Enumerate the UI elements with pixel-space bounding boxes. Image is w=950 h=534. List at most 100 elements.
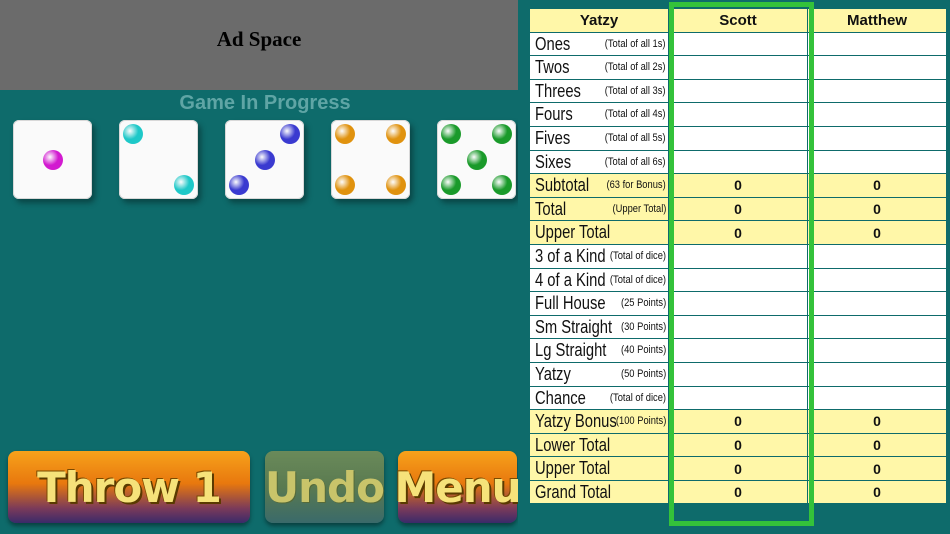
menu-button[interactable]: Menu [394, 451, 522, 523]
score-cell-scott[interactable] [668, 314, 808, 340]
score-cell-scott[interactable] [668, 385, 808, 411]
category-name: Total [535, 198, 567, 219]
score-cell-scott: 0 [668, 409, 808, 434]
undo-button[interactable]: Undo [265, 451, 385, 523]
score-row: Yatzy Bonus (100 Points) 0 0 [529, 409, 947, 434]
header-game: Yatzy [529, 8, 669, 33]
category-label: Lg Straight (40 Points) [529, 338, 669, 363]
category-label: Lower Total [529, 432, 669, 458]
category-name: Yatzy Bonus [535, 411, 617, 432]
score-cell-matthew: 0 [807, 456, 947, 481]
score-cell-scott[interactable] [668, 338, 808, 363]
score-cell-scott[interactable] [668, 78, 808, 104]
die-pip [491, 174, 512, 195]
die-pip [279, 124, 300, 145]
score-cell-matthew[interactable] [807, 102, 947, 127]
category-name: Yatzy [535, 363, 571, 384]
die-4[interactable] [331, 120, 410, 199]
category-hint: (50 Points) [620, 367, 666, 380]
die-pip [385, 174, 406, 195]
category-hint: (25 Points) [620, 297, 666, 310]
die-pip [335, 124, 356, 145]
category-name: Fives [535, 127, 571, 148]
die-pip [385, 124, 406, 145]
score-cell-matthew[interactable] [807, 314, 947, 340]
score-row: Yatzy (50 Points) [529, 361, 947, 387]
category-label: Twos (Total of all 2s) [529, 55, 669, 80]
category-name: Fours [535, 104, 573, 125]
score-cell-matthew: 0 [807, 409, 947, 434]
category-hint: (40 Points) [620, 344, 666, 357]
score-cell-scott: 0 [668, 173, 808, 198]
category-hint: (Total of all 1s) [605, 37, 666, 50]
category-name: Sm Straight [535, 316, 613, 337]
category-name: Ones [535, 33, 571, 54]
category-label: 3 of a Kind (Total of dice) [529, 243, 669, 269]
category-label: Fours (Total of all 4s) [529, 102, 669, 127]
score-cell-matthew[interactable] [807, 361, 947, 387]
category-label: Sixes (Total of all 6s) [529, 149, 669, 175]
die-pip [441, 124, 462, 145]
die-pip [466, 149, 487, 170]
score-cell-matthew[interactable] [807, 338, 947, 363]
die-pip [441, 174, 462, 195]
category-label: Ones (Total of all 1s) [529, 31, 669, 57]
category-label: Fives (Total of all 5s) [529, 125, 669, 151]
score-cell-matthew[interactable] [807, 78, 947, 104]
category-hint: (Total of all 2s) [605, 61, 666, 74]
ad-banner[interactable]: Ad Space [0, 0, 518, 90]
category-name: Lg Straight [535, 340, 607, 361]
score-cell-scott[interactable] [668, 31, 808, 57]
category-label: Full House (25 Points) [529, 291, 669, 316]
score-cell-matthew: 0 [807, 196, 947, 222]
score-row: 4 of a Kind (Total of dice) [529, 267, 947, 293]
score-cell-scott[interactable] [668, 149, 808, 175]
category-name: Lower Total [535, 434, 611, 455]
die-3[interactable] [225, 120, 304, 199]
score-row: Lg Straight (40 Points) [529, 338, 947, 363]
throw-button[interactable]: Throw 1 [8, 451, 250, 523]
category-label: 4 of a Kind (Total of dice) [529, 267, 669, 293]
score-row: Total (Upper Total) 0 0 [529, 196, 947, 222]
score-cell-scott[interactable] [668, 291, 808, 316]
die-pip [42, 149, 63, 170]
score-cell-scott: 0 [668, 432, 808, 458]
category-name: Subtotal [535, 175, 590, 196]
score-cell-matthew[interactable] [807, 55, 947, 80]
score-cell-matthew[interactable] [807, 385, 947, 411]
score-cell-scott[interactable] [668, 102, 808, 127]
score-row: Chance (Total of dice) [529, 385, 947, 411]
die-pip [491, 124, 512, 145]
category-name: Chance [535, 387, 586, 408]
score-row: Full House (25 Points) [529, 291, 947, 316]
category-name: Threes [535, 80, 581, 101]
score-cell-matthew[interactable] [807, 291, 947, 316]
score-row: Twos (Total of all 2s) [529, 55, 947, 80]
score-cell-matthew[interactable] [807, 31, 947, 57]
score-cell-matthew[interactable] [807, 149, 947, 175]
die-5[interactable] [437, 120, 516, 199]
score-cell-matthew[interactable] [807, 125, 947, 151]
score-cell-matthew[interactable] [807, 243, 947, 269]
category-label: Total (Upper Total) [529, 196, 669, 222]
score-row: 3 of a Kind (Total of dice) [529, 243, 947, 269]
score-cell-scott[interactable] [668, 361, 808, 387]
category-name: Full House [535, 293, 606, 314]
score-cell-scott[interactable] [668, 125, 808, 151]
category-hint: (30 Points) [620, 320, 666, 333]
category-hint: (100 Points) [615, 415, 666, 428]
score-row: Fours (Total of all 4s) [529, 102, 947, 127]
category-hint: (Total of all 5s) [605, 131, 666, 144]
score-cell-scott[interactable] [668, 55, 808, 80]
score-row: Ones (Total of all 1s) [529, 31, 947, 57]
score-table: Yatzy Scott Matthew Ones (Total of all 1s… [529, 8, 947, 505]
category-name: Upper Total [535, 458, 611, 479]
score-cell-scott[interactable] [668, 267, 808, 293]
die-2[interactable] [119, 120, 198, 199]
category-label: Grand Total [529, 479, 669, 505]
category-name: Grand Total [535, 481, 612, 502]
die-1[interactable] [13, 120, 92, 199]
score-cell-matthew[interactable] [807, 267, 947, 293]
score-cell-matthew: 0 [807, 432, 947, 458]
score-cell-scott[interactable] [668, 243, 808, 269]
